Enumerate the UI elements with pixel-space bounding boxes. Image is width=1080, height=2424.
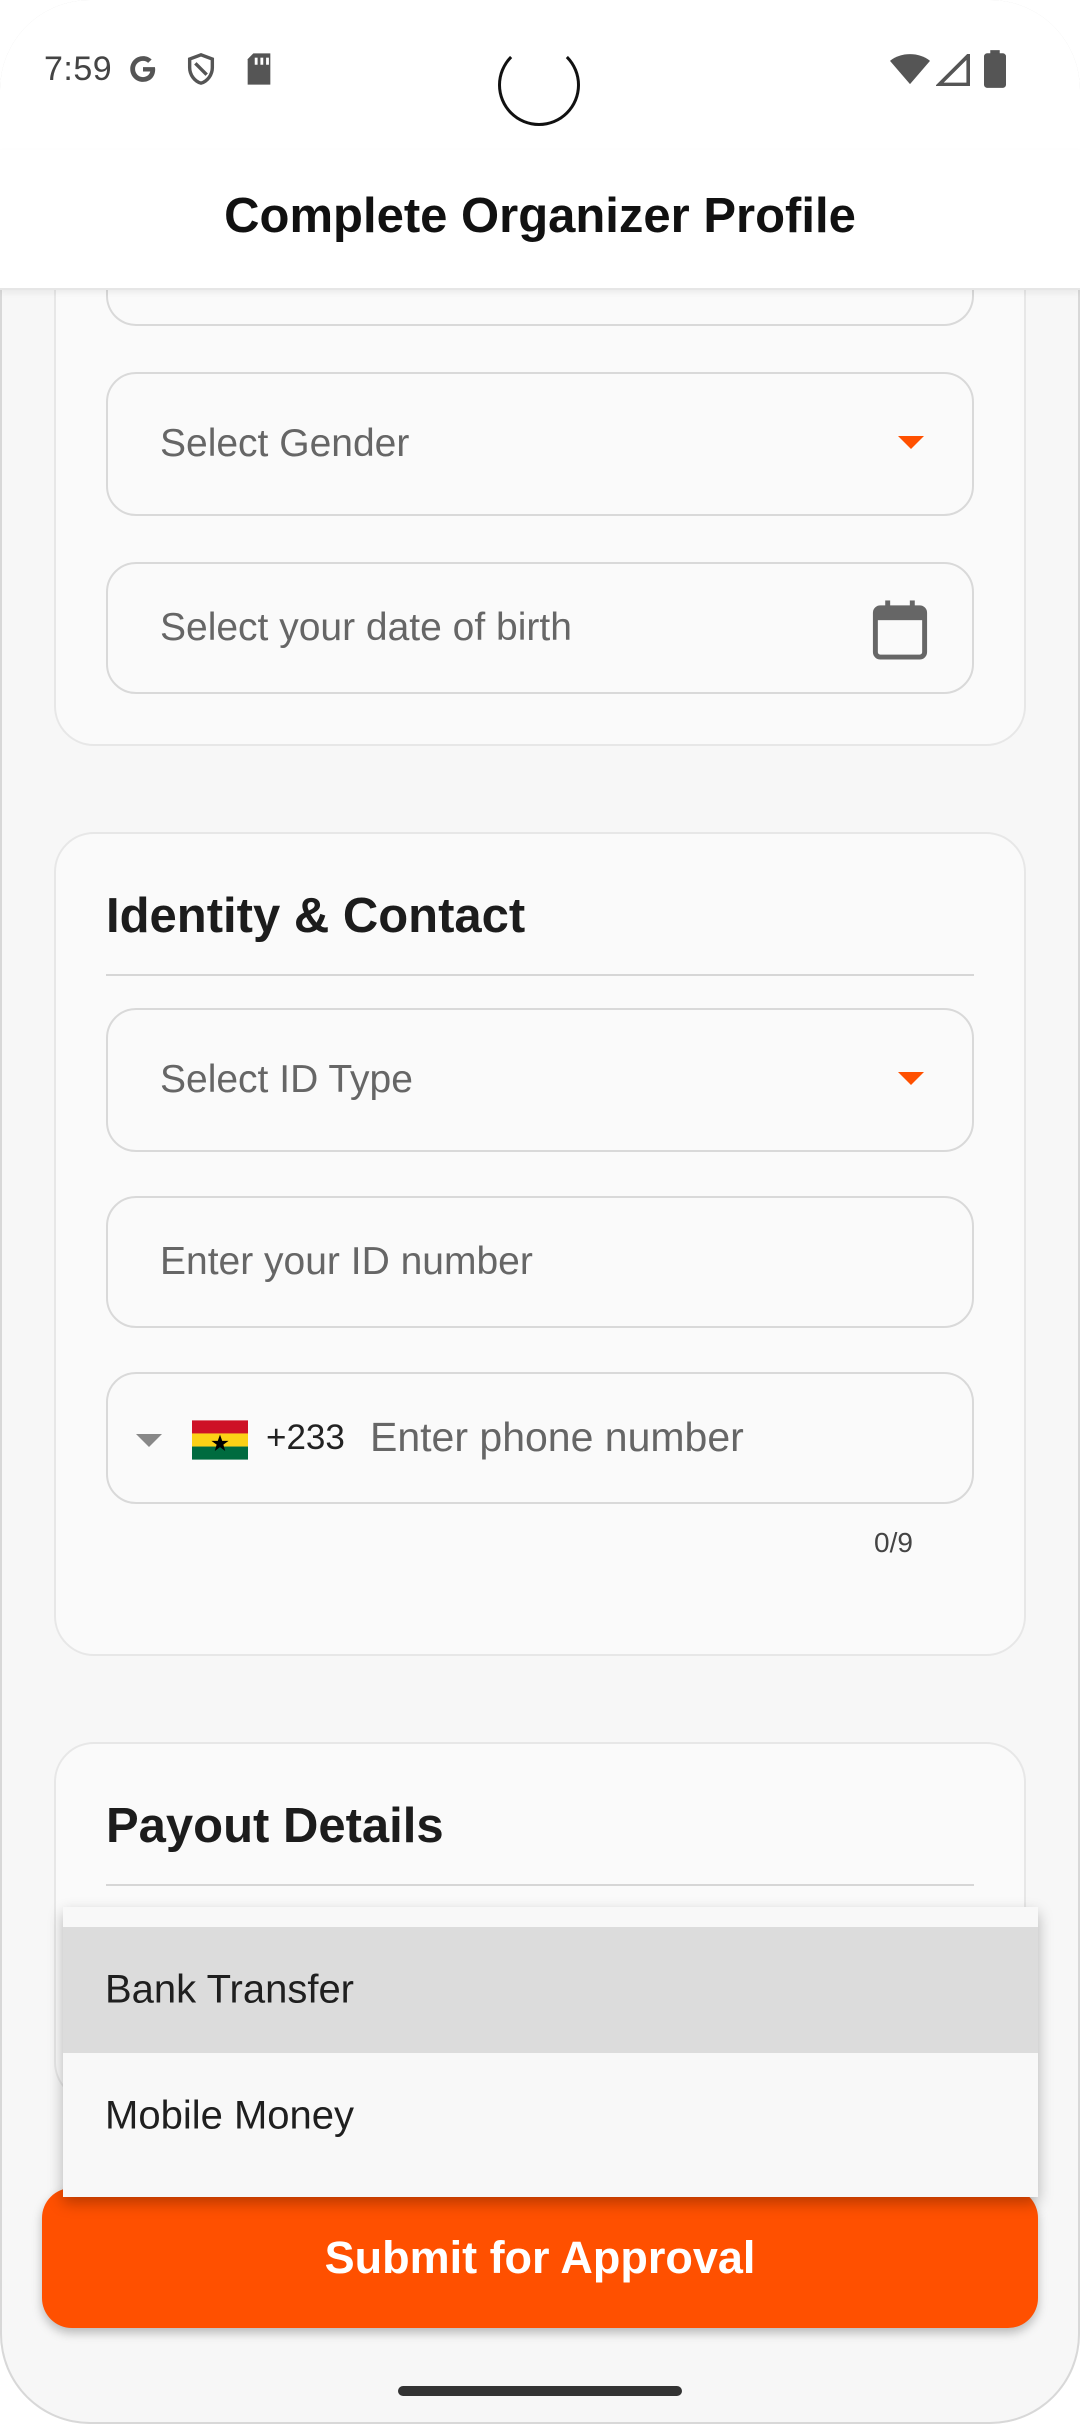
- status-bar: 7:59: [0, 0, 1080, 150]
- gender-select[interactable]: Select Gender: [106, 372, 974, 516]
- phone-char-counter: 0/9: [874, 1527, 913, 1558]
- dob-placeholder: Select your date of birth: [160, 606, 572, 649]
- submit-button-label: Submit for Approval: [324, 2232, 756, 2283]
- payout-section-title: Payout Details: [106, 1799, 444, 1853]
- dial-code: +233: [266, 1418, 345, 1457]
- submit-for-approval-button[interactable]: Submit for Approval: [42, 2188, 1038, 2328]
- chevron-down-icon: [898, 1072, 924, 1085]
- id-type-select[interactable]: Select ID Type: [106, 1008, 974, 1152]
- menu-item-label: Bank Transfer: [105, 1967, 355, 2012]
- shield-icon: [184, 52, 218, 91]
- menu-item-mobile-money[interactable]: Mobile Money: [63, 2053, 1038, 2179]
- phone-placeholder: Enter phone number: [370, 1414, 744, 1460]
- home-indicator[interactable]: [398, 2386, 682, 2396]
- payout-method-menu: Bank Transfer Mobile Money: [63, 1907, 1038, 2197]
- app-bar: Complete Organizer Profile: [0, 150, 1080, 290]
- sd-card-icon: [244, 52, 274, 91]
- section-divider: [106, 974, 974, 976]
- phone-screen: 7:59 Complete Organizer Profile Select G…: [0, 0, 1080, 2424]
- status-time: 7:59: [44, 50, 113, 88]
- phone-input[interactable]: +233 Enter phone number: [106, 1372, 974, 1504]
- menu-item-label: Mobile Money: [105, 2093, 355, 2138]
- id-type-placeholder: Select ID Type: [160, 1058, 413, 1101]
- wifi-icon: [890, 54, 930, 91]
- calendar-icon[interactable]: [870, 598, 930, 667]
- signal-icon: [934, 51, 971, 91]
- chevron-down-icon: [898, 436, 924, 449]
- battery-icon: [984, 50, 1006, 93]
- country-dropdown-icon[interactable]: [136, 1434, 162, 1447]
- section-divider: [106, 1884, 974, 1886]
- camera-cutout: [498, 44, 580, 126]
- identity-section-title: Identity & Contact: [106, 889, 526, 943]
- id-number-input[interactable]: Enter your ID number: [106, 1196, 974, 1328]
- id-number-placeholder: Enter your ID number: [160, 1240, 533, 1283]
- menu-item-bank-transfer[interactable]: Bank Transfer: [63, 1927, 1038, 2053]
- google-g-icon: [126, 52, 160, 91]
- date-of-birth-field[interactable]: Select your date of birth: [106, 562, 974, 694]
- gender-placeholder: Select Gender: [160, 422, 410, 465]
- ghana-flag-icon: [192, 1420, 248, 1465]
- page-title: Complete Organizer Profile: [224, 189, 856, 243]
